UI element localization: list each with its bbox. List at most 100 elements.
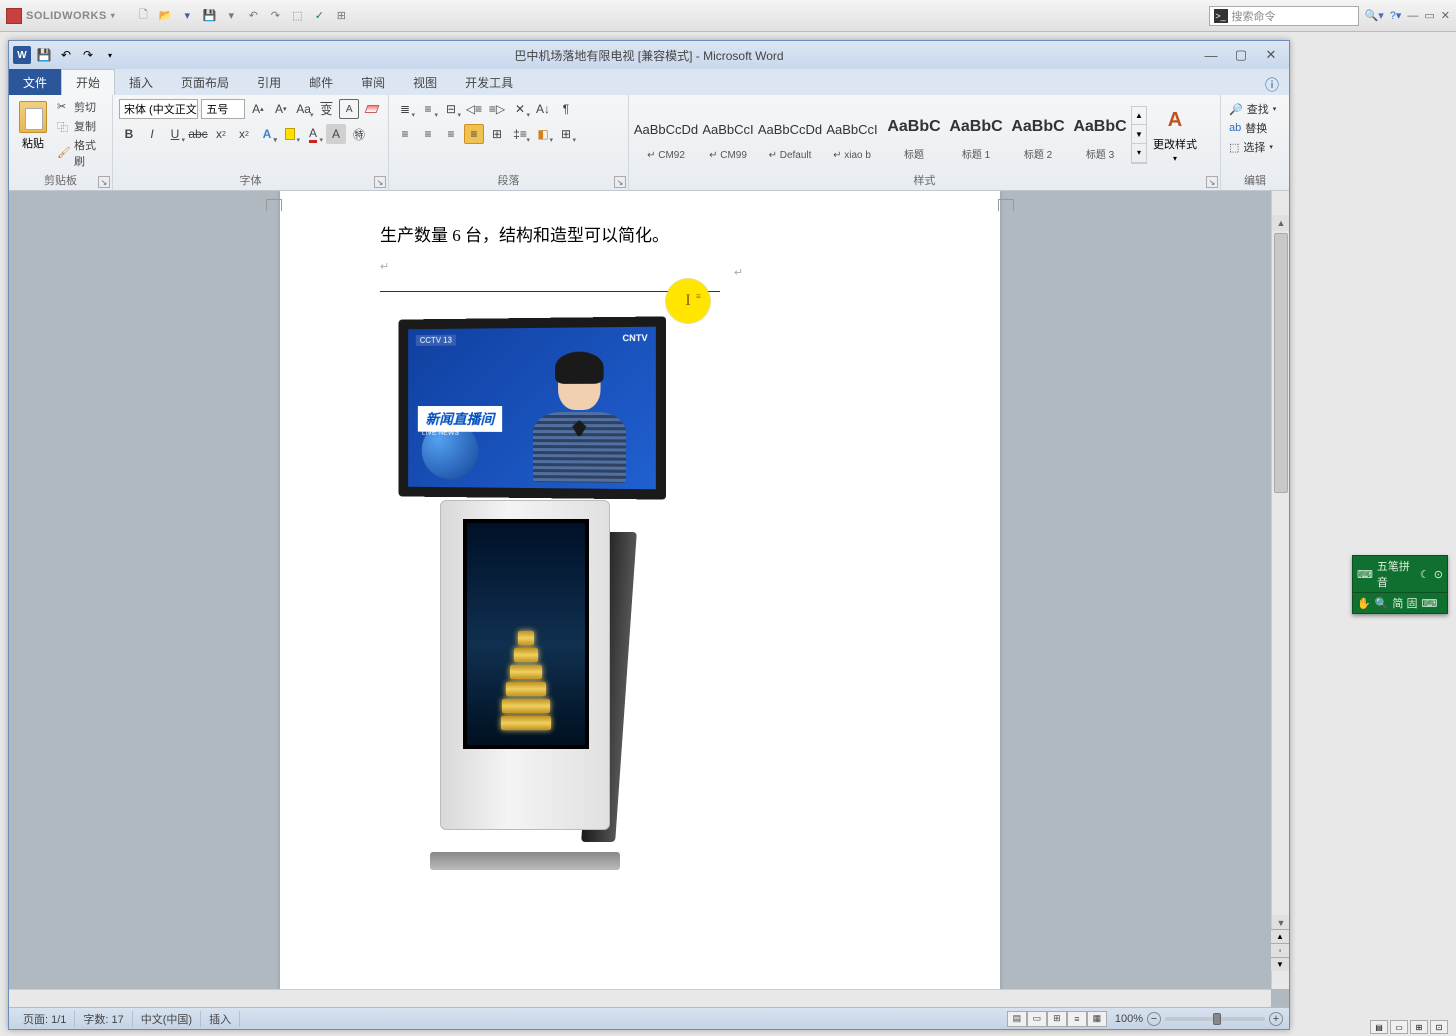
style-item[interactable]: AaBbCcDd↵ Default [759, 106, 821, 164]
restore-icon[interactable]: ▭ [1424, 9, 1434, 22]
maximize-button[interactable]: ▢ [1227, 46, 1255, 64]
status-insert-mode[interactable]: 插入 [201, 1011, 240, 1027]
next-page-button[interactable]: ▼ [1271, 957, 1289, 971]
clipboard-launcher[interactable]: ↘ [98, 176, 110, 188]
style-item[interactable]: AaBbCcI↵ xiao b [821, 106, 883, 164]
style-gallery-more[interactable]: ▾ [1132, 144, 1146, 163]
save-icon[interactable]: 💾 [201, 8, 217, 24]
sw-view-4[interactable]: ⊡ [1430, 1020, 1448, 1034]
format-painter-button[interactable]: 🖌格式刷 [57, 137, 106, 169]
search-icon[interactable]: 🔍▾ [1365, 9, 1384, 22]
style-item[interactable]: AaBbC标题 2 [1007, 106, 1069, 164]
prev-page-button[interactable]: ▲ [1271, 929, 1289, 943]
align-right-button[interactable]: ≡ [441, 124, 461, 144]
vertical-scrollbar[interactable]: ▲ ▼ ▲ ◦ ▼ [1271, 191, 1289, 989]
replace-button[interactable]: ab替换 [1229, 120, 1281, 136]
document-paragraph-1[interactable]: 生产数量 6 台，结构和造型可以简化。 [380, 221, 900, 252]
asian-layout-button[interactable]: ✕ [510, 99, 530, 119]
style-item[interactable]: AaBbCcI↵ CM99 [697, 106, 759, 164]
open-file-icon[interactable]: 📂 [157, 8, 173, 24]
tab-view[interactable]: 视图 [399, 69, 451, 95]
undo-icon[interactable]: ↶ [245, 8, 261, 24]
clear-formatting-button[interactable] [362, 99, 382, 119]
style-item[interactable]: AaBbC标题 1 [945, 106, 1007, 164]
minimize-button[interactable]: — [1197, 46, 1225, 64]
style-gallery-arrow[interactable]: ▲ [1132, 107, 1146, 126]
increase-indent-button[interactable]: ≡▷ [487, 99, 507, 119]
ime-pin-icon[interactable]: ⊙ [1434, 568, 1443, 581]
align-center-button[interactable]: ≡ [418, 124, 438, 144]
outline-view[interactable]: ≡ [1067, 1011, 1087, 1027]
dropdown-icon[interactable]: ▾ [111, 11, 116, 20]
close-icon[interactable]: ✕ [1441, 9, 1450, 22]
select-icon[interactable]: ⬚ [289, 8, 305, 24]
grow-font-button[interactable]: A▴ [248, 99, 268, 119]
character-shading-button[interactable]: A [326, 124, 346, 144]
word-app-icon[interactable]: W [13, 46, 31, 64]
align-left-button[interactable]: ≡ [395, 124, 415, 144]
print-layout-view[interactable]: ▤ [1007, 1011, 1027, 1027]
superscript-button[interactable]: x2 [234, 124, 254, 144]
distributed-button[interactable]: ⊞ [487, 124, 507, 144]
save-icon[interactable]: 💾 [35, 46, 53, 64]
tab-references[interactable]: 引用 [243, 69, 295, 95]
text-effects-button[interactable]: A [257, 124, 277, 144]
paste-button[interactable]: 粘贴 [15, 99, 51, 170]
enclose-characters-button[interactable]: ㊕ [349, 124, 369, 144]
cut-button[interactable]: ✂剪切 [57, 99, 106, 115]
tab-developer[interactable]: 开发工具 [451, 69, 527, 95]
redo-icon[interactable]: ↷ [79, 46, 97, 64]
draft-view[interactable]: ▦ [1087, 1011, 1107, 1027]
fullscreen-reading-view[interactable]: ▭ [1027, 1011, 1047, 1027]
scroll-thumb[interactable] [1274, 233, 1288, 493]
status-word-count[interactable]: 字数: 17 [75, 1011, 132, 1027]
copy-button[interactable]: ⿻复制 [57, 118, 106, 134]
ime-keyboard-icon[interactable]: ⌨ [1357, 568, 1373, 581]
phonetic-guide-button[interactable]: 变 [317, 99, 337, 119]
rebuild-icon[interactable]: ✓ [311, 8, 327, 24]
tab-mailings[interactable]: 邮件 [295, 69, 347, 95]
undo-icon[interactable]: ↶ [57, 46, 75, 64]
zoom-out-button[interactable]: − [1147, 1012, 1161, 1026]
font-launcher[interactable]: ↘ [374, 176, 386, 188]
shading-button[interactable]: ◧ [533, 124, 553, 144]
horizontal-scrollbar[interactable] [9, 989, 1271, 1007]
sw-view-2[interactable]: ▭ [1390, 1020, 1408, 1034]
change-styles-button[interactable]: A更改样式▾ [1147, 102, 1203, 167]
ime-moon-icon[interactable]: ☾ [1420, 568, 1430, 581]
file-tab[interactable]: 文件 [9, 69, 61, 95]
print-icon[interactable]: ▾ [223, 8, 239, 24]
borders-button[interactable]: ⊞ [556, 124, 576, 144]
font-size-combo[interactable]: 五号 [201, 99, 245, 119]
font-color-button[interactable]: A [303, 124, 323, 144]
help-icon[interactable]: ?▾ [1390, 9, 1402, 22]
ime-toolbar[interactable]: ⌨ 五笔拼音 ☾ ⊙ ✋ 🔍 简 固 ⌨ [1352, 555, 1448, 614]
zoom-in-button[interactable]: + [1269, 1012, 1283, 1026]
style-item[interactable]: AaBbC标题 [883, 106, 945, 164]
tab-review[interactable]: 审阅 [347, 69, 399, 95]
show-marks-button[interactable]: ¶ [556, 99, 576, 119]
bullets-button[interactable]: ≣ [395, 99, 415, 119]
sw-view-3[interactable]: ⊞ [1410, 1020, 1428, 1034]
document-surface[interactable]: 生产数量 6 台，结构和造型可以简化。 ↵ ↵ I CCTV 13 CNTV [9, 191, 1271, 989]
multilevel-list-button[interactable]: ⊟ [441, 99, 461, 119]
status-language[interactable]: 中文(中国) [133, 1011, 201, 1027]
styles-launcher[interactable]: ↘ [1206, 176, 1218, 188]
zoom-slider-knob[interactable] [1213, 1013, 1221, 1025]
embedded-image[interactable]: CCTV 13 CNTV 新闻直播间 LIVE NEWS [380, 300, 900, 900]
ime-search-icon[interactable]: 🔍 [1375, 597, 1389, 610]
browse-object-button[interactable]: ◦ [1271, 943, 1289, 957]
justify-button[interactable]: ≡ [464, 124, 484, 144]
find-button[interactable]: 🔎查找▾ [1229, 101, 1281, 117]
line-spacing-button[interactable]: ‡≡ [510, 124, 530, 144]
options-icon[interactable]: ⊞ [333, 8, 349, 24]
shrink-font-button[interactable]: A▾ [271, 99, 291, 119]
numbering-button[interactable]: ≡ [418, 99, 438, 119]
sw-view-1[interactable]: ▤ [1370, 1020, 1388, 1034]
style-item[interactable]: AaBbCcDd↵ CM92 [635, 106, 697, 164]
redo-icon[interactable]: ↷ [267, 8, 283, 24]
strikethrough-button[interactable]: abc [188, 124, 208, 144]
italic-button[interactable]: I [142, 124, 162, 144]
ime-hand-icon[interactable]: ✋ [1357, 597, 1371, 610]
tab-page-layout[interactable]: 页面布局 [167, 69, 243, 95]
